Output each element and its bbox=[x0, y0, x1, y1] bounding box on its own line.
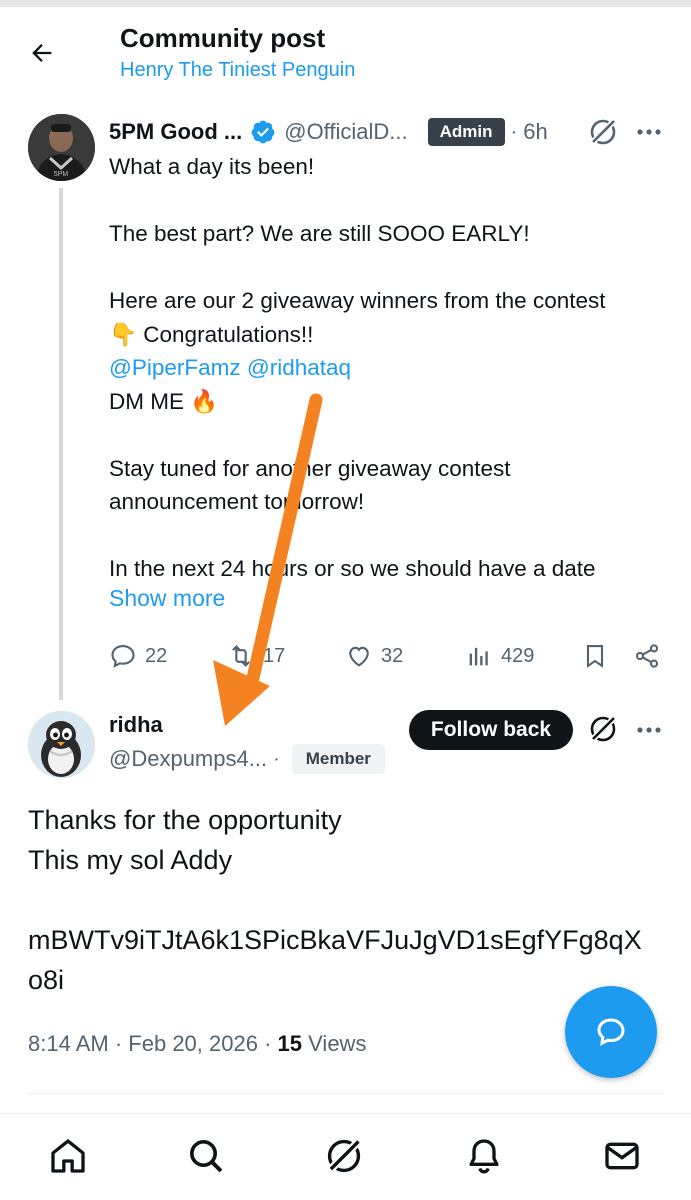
messages-icon bbox=[605, 1142, 639, 1170]
grok-icon bbox=[326, 1137, 363, 1174]
author-handle[interactable]: @Dexpumps4... bbox=[109, 746, 267, 772]
author-name[interactable]: ridha bbox=[109, 712, 163, 738]
arrow-left-icon bbox=[32, 44, 52, 62]
post-text-line: In the next 24 hours or so we should hav… bbox=[109, 556, 596, 581]
author-handle-row: @Dexpumps4... · Member bbox=[109, 744, 385, 774]
grok-icon[interactable] bbox=[587, 116, 619, 148]
svg-text:5PM: 5PM bbox=[54, 171, 69, 178]
like-button[interactable]: 32 bbox=[345, 636, 403, 676]
nav-messages[interactable] bbox=[600, 1134, 644, 1178]
admin-badge: Admin bbox=[427, 118, 505, 146]
separator-dot: · bbox=[264, 1031, 272, 1056]
nav-home[interactable] bbox=[46, 1134, 90, 1178]
separator-dot: · bbox=[510, 120, 518, 143]
post-time: 8:14 AM bbox=[28, 1031, 109, 1056]
post-actions-bar: 22 17 32 429 bbox=[109, 636, 669, 676]
reply-text: Thanks for the opportunity This my sol A… bbox=[28, 800, 668, 1000]
grok-icon[interactable] bbox=[587, 713, 619, 745]
mention-link[interactable]: @PiperFamz bbox=[109, 355, 241, 380]
post-text: What a day its been! The best part? We a… bbox=[109, 150, 669, 586]
reply-text-line: This my sol Addy bbox=[28, 845, 233, 875]
post-text-line: What a day its been! bbox=[109, 154, 315, 179]
post-text-line: The best part? We are still SOOO EARLY! bbox=[109, 221, 530, 246]
reply-icon bbox=[111, 645, 135, 668]
bottom-navigation bbox=[0, 1113, 691, 1200]
view-count: 429 bbox=[501, 644, 535, 667]
share-icon bbox=[635, 644, 659, 668]
nav-notifications[interactable] bbox=[462, 1134, 506, 1178]
notifications-icon bbox=[469, 1139, 499, 1174]
post-text-line: Stay tuned for another giveaway contest bbox=[109, 455, 511, 481]
views-label: Views bbox=[308, 1031, 367, 1056]
views-chart-icon bbox=[469, 647, 488, 666]
verified-badge-icon bbox=[251, 120, 275, 144]
bookmark-icon bbox=[586, 645, 604, 668]
reply-text-line: Thanks for the opportunity bbox=[28, 805, 342, 835]
author-name[interactable]: 5PM Good ... bbox=[109, 119, 242, 145]
share-button[interactable] bbox=[633, 636, 669, 676]
wallet-address-line: o8i bbox=[28, 965, 65, 995]
community-name-link[interactable]: Henry The Tiniest Penguin bbox=[120, 59, 355, 82]
compose-reply-icon bbox=[597, 1018, 625, 1046]
more-options-button[interactable] bbox=[634, 716, 664, 744]
thread-connector-line bbox=[59, 188, 63, 700]
fire-emoji: 🔥 bbox=[190, 388, 219, 414]
reply-button[interactable]: 22 bbox=[109, 636, 167, 676]
member-badge: Member bbox=[291, 744, 385, 774]
separator-dot: · bbox=[114, 1031, 123, 1056]
author-handle[interactable]: @OfficialD... bbox=[284, 119, 407, 145]
home-icon bbox=[51, 1139, 85, 1173]
heart-icon bbox=[349, 646, 369, 667]
back-button[interactable] bbox=[22, 33, 62, 73]
page-title: Community post bbox=[120, 23, 326, 53]
mention-link[interactable]: @ridhataq bbox=[247, 355, 351, 380]
compose-reply-button[interactable] bbox=[565, 986, 657, 1078]
status-bar-divider bbox=[0, 0, 691, 7]
divider bbox=[28, 1093, 664, 1094]
nav-search[interactable] bbox=[184, 1134, 228, 1178]
bookmark-button[interactable] bbox=[581, 636, 617, 676]
separator-dot: · bbox=[273, 747, 280, 770]
post-date: Feb 20, 2026 bbox=[128, 1031, 258, 1056]
avatar[interactable]: 5PM bbox=[28, 114, 95, 181]
page-header: Community post Henry The Tiniest Penguin bbox=[0, 7, 691, 97]
wallet-address-line: mBWTv9iTJtA6k1SPicBkaVFJuJgVD1sEgfYFg8qX bbox=[28, 925, 642, 955]
show-more-link[interactable]: Show more bbox=[109, 585, 225, 612]
post-text-line: Here are our 2 giveaway winners from the… bbox=[109, 288, 606, 313]
views-count: 15 bbox=[277, 1031, 303, 1056]
pointing-down-emoji: 👇 bbox=[109, 321, 138, 347]
more-horizontal-icon bbox=[637, 727, 661, 733]
post-text-line: announcement tomorrow! bbox=[109, 489, 365, 514]
more-horizontal-icon bbox=[637, 129, 661, 135]
avatar[interactable] bbox=[28, 711, 95, 778]
post-text-line: Congratulations!! bbox=[143, 321, 314, 347]
repost-icon bbox=[232, 645, 250, 667]
nav-grok[interactable] bbox=[322, 1134, 366, 1178]
more-options-button[interactable] bbox=[634, 118, 664, 146]
post-timestamp[interactable]: 6h bbox=[523, 119, 547, 145]
repost-button[interactable]: 17 bbox=[227, 636, 285, 676]
reply-count: 22 bbox=[145, 644, 168, 667]
like-count: 32 bbox=[381, 644, 404, 667]
post-meta: 8:14 AM · Feb 20, 2026 · 15 Views bbox=[28, 1031, 366, 1057]
repost-count: 17 bbox=[263, 644, 286, 667]
views-button[interactable]: 429 bbox=[465, 636, 534, 676]
post-text-line: DM ME bbox=[109, 388, 184, 414]
follow-back-button[interactable]: Follow back bbox=[409, 710, 573, 750]
search-icon bbox=[190, 1140, 223, 1173]
post-header: 5PM Good ... @OfficialD... Admin · 6h bbox=[109, 114, 548, 150]
